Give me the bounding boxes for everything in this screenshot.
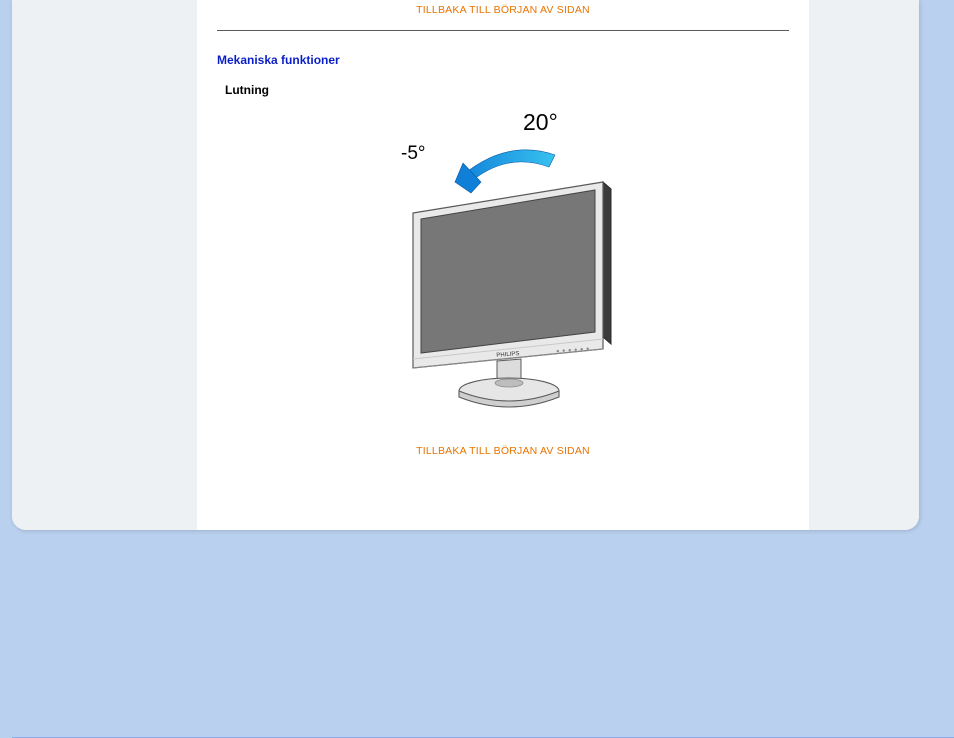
back-to-top-link-bottom[interactable]: TILLBAKA TILL BÖRJAN AV SIDAN: [217, 445, 789, 457]
right-gutter: [809, 0, 919, 530]
back-to-top-link[interactable]: TILLBAKA TILL BÖRJAN AV SIDAN: [217, 4, 789, 16]
tilt-figure: -5° 20°: [217, 107, 789, 427]
content-frame: TILLBAKA TILL BÖRJAN AV SIDAN Mekaniska …: [12, 0, 919, 530]
section-divider: [217, 30, 789, 31]
page-wrapper: TILLBAKA TILL BÖRJAN AV SIDAN Mekaniska …: [12, 0, 919, 530]
subheading-tilt: Lutning: [225, 83, 789, 97]
left-sidebar-gutter: [12, 0, 197, 530]
monitor-svg-icon: PHILIPS: [363, 127, 653, 427]
document-body: TILLBAKA TILL BÖRJAN AV SIDAN Mekaniska …: [197, 0, 809, 530]
monitor-illustration: -5° 20°: [353, 107, 653, 427]
section-title: Mekaniska funktioner: [217, 53, 789, 67]
